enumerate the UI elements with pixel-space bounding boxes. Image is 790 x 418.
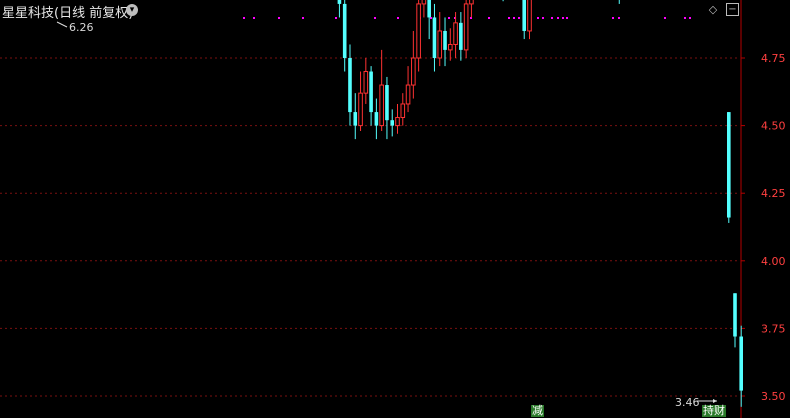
y-tick-label: 4.75 — [761, 52, 786, 65]
candle-body-down — [337, 0, 342, 4]
signal-marker — [684, 17, 686, 19]
low-price-label: 3.46 — [675, 396, 700, 409]
signal-marker — [557, 17, 559, 19]
y-tick-label: 4.50 — [761, 120, 786, 133]
candle-body-down — [739, 336, 743, 391]
signal-marker — [612, 17, 614, 19]
candle-body-down — [369, 71, 373, 113]
signal-marker — [537, 17, 539, 19]
candle-body-down — [374, 112, 379, 126]
candle-body-down — [427, 0, 431, 18]
high-arrow — [56, 21, 68, 28]
candle-body-up — [411, 57, 416, 86]
signal-marker — [618, 17, 620, 19]
signal-marker — [335, 17, 337, 19]
chart-title: 星星科技(日线 前复权) — [2, 6, 134, 21]
signal-marker — [566, 17, 568, 19]
minus-box-icon[interactable]: − — [726, 3, 739, 16]
diamond-icon[interactable]: ◇ — [707, 4, 719, 16]
y-tick-label: 4.25 — [761, 187, 786, 200]
candle-body-up — [469, 0, 474, 5]
signal-marker — [664, 17, 666, 19]
candle-body-down — [348, 58, 352, 113]
candlestick-chart: 3.503.754.004.254.504.755.005.255.505.75… — [0, 0, 786, 418]
signal-marker — [397, 17, 399, 19]
event-badge-reduce[interactable]: 减 — [531, 405, 544, 417]
y-tick-label: 4.00 — [761, 255, 786, 268]
signal-marker — [562, 17, 564, 19]
candle-body-down — [342, 3, 347, 59]
candle-body-up — [527, 0, 532, 32]
candle-body-down — [353, 112, 358, 126]
candle-body-down — [522, 0, 527, 31]
candle-body-up — [416, 3, 421, 59]
candle-body-up — [463, 3, 469, 51]
signal-marker — [542, 17, 544, 19]
candle-body-down — [432, 17, 437, 58]
event-badge-finance[interactable]: 持财 — [702, 405, 726, 417]
candle-body-up — [453, 22, 458, 45]
signal-marker — [513, 17, 515, 19]
signal-marker — [488, 17, 490, 19]
candle-body-up — [421, 0, 427, 5]
candle-body-down — [390, 120, 395, 126]
candle-body-up — [379, 84, 384, 127]
signal-marker — [518, 17, 520, 19]
signal-marker — [508, 17, 510, 19]
y-tick-label: 3.50 — [761, 390, 786, 403]
signal-marker — [302, 17, 304, 19]
signal-marker — [253, 17, 255, 19]
candle-body-up — [363, 71, 369, 94]
candle-body-down — [733, 293, 737, 337]
chevron-down-icon[interactable]: ▾ — [126, 4, 138, 16]
high-price-label: 6.26 — [69, 21, 94, 34]
low-arrow-head — [713, 399, 717, 403]
signal-marker — [278, 17, 280, 19]
candle-body-up — [358, 92, 363, 127]
candle-body-up — [395, 116, 400, 127]
candle-body-down — [443, 30, 447, 50]
candle-body-up — [405, 84, 411, 105]
signal-marker — [374, 17, 376, 19]
y-tick-label: 3.75 — [761, 322, 786, 335]
signal-marker — [551, 17, 553, 19]
signal-marker — [243, 17, 245, 19]
candle-body-up — [448, 43, 453, 51]
signal-marker — [448, 17, 450, 19]
candle-body-up — [400, 103, 406, 118]
signal-marker — [689, 17, 691, 19]
candle-body-down — [385, 85, 389, 121]
candle-body-up — [437, 30, 443, 59]
candle-body-down — [727, 112, 731, 218]
candle-body-down — [459, 22, 463, 50]
